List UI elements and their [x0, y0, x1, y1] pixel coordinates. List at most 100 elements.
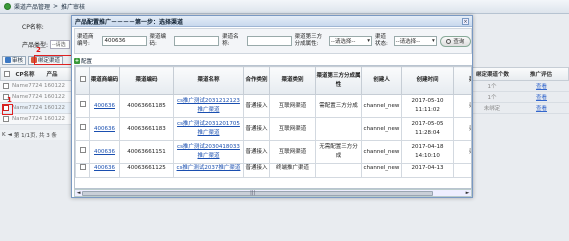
cp-name-row: CP名称:	[22, 22, 44, 31]
horizontal-scrollbar[interactable]: ◄ ||| ►	[74, 189, 472, 197]
header-creator: 创建人	[361, 66, 402, 95]
cell-attr	[315, 117, 362, 141]
right-table-row: 未绑定 查看	[470, 103, 569, 114]
cell-code: 40063661185	[119, 94, 174, 118]
channel-select-dialog: 产品配置推广－－－－第一步：选择渠道 × 渠道商编号: 400636 渠道编码:…	[71, 15, 473, 198]
audit-button[interactable]: 审核	[2, 55, 27, 65]
row-product: 160122	[43, 116, 65, 122]
row-checkbox[interactable]	[3, 83, 9, 89]
vendor-link[interactable]: 400636	[94, 165, 115, 171]
cell-creator: channel_new	[361, 117, 402, 141]
cell-code: 40063661183	[119, 117, 174, 141]
scroll-right-icon[interactable]: ►	[464, 190, 471, 196]
select-all-checkbox[interactable]	[4, 71, 10, 77]
cell-coop: 普通接入	[243, 117, 270, 141]
search-icon	[446, 38, 452, 44]
bound-count: 未绑定	[483, 106, 501, 112]
chevron-down-icon: ▾	[431, 38, 435, 44]
cell-type: 互联网渠道	[269, 94, 316, 118]
header-type: 渠道类别	[269, 66, 316, 95]
third-party-select[interactable]: --请选择-- ▾	[328, 36, 372, 46]
cell-created: 2017-04-18 14:10:10	[401, 140, 454, 164]
channel-name-input[interactable]	[246, 36, 292, 46]
header-evaluation: 推广评估	[530, 72, 553, 78]
table-row[interactable]: 400636 40063661183 cs推广测试2031201705推广渠道 …	[75, 117, 471, 141]
scroll-left-icon[interactable]: ◄	[75, 190, 82, 196]
cell-creator: channel_new	[361, 140, 402, 164]
channel-code-label: 渠道编码:	[149, 34, 167, 47]
vendor-link[interactable]: 400636	[94, 149, 115, 155]
row-checkbox[interactable]	[80, 124, 86, 130]
close-icon[interactable]: ×	[462, 18, 469, 25]
view-link[interactable]: 查看	[536, 84, 547, 90]
header-select	[75, 66, 90, 95]
scroll-thumb[interactable]	[82, 190, 434, 196]
row-checkbox[interactable]	[80, 164, 86, 170]
view-link[interactable]: 查看	[536, 106, 547, 112]
cell-extra: 渠道	[453, 117, 471, 141]
product-type-select[interactable]: --请选	[50, 40, 71, 49]
status-select[interactable]: --请选择-- ▾	[393, 36, 437, 46]
row-checkbox[interactable]	[3, 116, 9, 122]
scroll-track[interactable]: |||	[82, 190, 464, 196]
right-table-row: 1个 查看	[470, 92, 569, 103]
vendor-link[interactable]: 400636	[94, 103, 115, 109]
row-product: 160122	[43, 94, 65, 100]
channel-name-link[interactable]: cs推广测试2037推广渠道	[177, 165, 241, 171]
row-cp: Name7724	[12, 83, 43, 89]
cell-attr: 需配置三方分成	[315, 94, 362, 118]
cell-extra: 渠道	[453, 94, 471, 118]
cell-extra: 渠道	[453, 140, 471, 164]
breadcrumb-separator: >	[53, 3, 59, 10]
cell-created: 2017-05-05 11:28:04	[401, 117, 454, 141]
table-row[interactable]: 400636 40063661185 cs推广测试2031212123推广渠道 …	[75, 94, 471, 118]
breadcrumb-current: 推广审核	[61, 4, 86, 11]
table-row[interactable]: Name7724 160122	[0, 81, 76, 92]
audit-icon	[5, 57, 11, 63]
header-cp-name: CP名称	[15, 72, 35, 78]
header-name: 渠道名称	[173, 66, 244, 95]
home-icon	[4, 3, 11, 10]
channel-name-label: 渠道名称:	[222, 34, 239, 47]
search-button[interactable]: 查询	[439, 35, 472, 47]
channel-id-input[interactable]: 400636	[101, 36, 147, 46]
channel-name-link[interactable]: cs推广测试2031212123推广渠道	[177, 98, 240, 113]
table-row[interactable]: 400636 40063661151 cs推广测试2030418033推广渠道 …	[75, 140, 471, 164]
row-cp: Name7724	[12, 105, 43, 111]
cell-created: 2017-05-10 11:11:02	[401, 94, 454, 118]
cell-code: 40063661125	[119, 163, 174, 178]
cell-creator: channel_new	[361, 163, 402, 178]
channel-name-link[interactable]: cs推广测试2031201705推广渠道	[177, 121, 240, 136]
select-all-checkbox[interactable]	[79, 75, 86, 82]
header-extra: 渠道	[453, 66, 471, 95]
table-row[interactable]: Name7724 160122	[0, 114, 76, 125]
first-page-button[interactable]: K	[2, 132, 6, 138]
cp-name-label: CP名称:	[22, 24, 44, 31]
third-party-value: --请选择--	[330, 39, 356, 45]
row-checkbox[interactable]	[80, 147, 86, 153]
breadcrumb: 渠道产品管理 > 推广审核	[0, 0, 569, 14]
header-bound-count: 绑定渠道个数	[476, 72, 510, 78]
vendor-link[interactable]: 400636	[94, 126, 115, 132]
header-coop: 合作类别	[243, 66, 270, 95]
header-vendor: 渠道商编码	[89, 66, 120, 95]
step-marker-2: 2	[36, 46, 41, 54]
channel-grid: 渠道商编码 渠道编码 渠道名称 合作类别 渠道类别 渠道第三方分成属性 创建人 …	[74, 65, 472, 189]
channel-code-input[interactable]	[174, 36, 220, 46]
table-header-row: 渠道商编码 渠道编码 渠道名称 合作类别 渠道类别 渠道第三方分成属性 创建人 …	[75, 66, 471, 95]
row-checkbox[interactable]	[80, 101, 86, 107]
right-table: 绑定渠道个数 推广评估 1个 查看 1个 查看 未绑定 查看	[470, 67, 569, 114]
filter-bar: 渠道商编号: 400636 渠道编码: 渠道名称: 渠道第三方分成属性: --请…	[74, 28, 472, 54]
view-link[interactable]: 查看	[536, 95, 547, 101]
prev-page-button[interactable]: ◄	[8, 132, 12, 138]
header-attr: 渠道第三方分成属性	[315, 66, 362, 95]
table-row[interactable]: 400636 40063661125 cs推广测试2037推广渠道 普通接入 终…	[75, 163, 471, 178]
highlight-bind-button	[34, 55, 72, 65]
header-product: 产品	[46, 72, 58, 78]
config-button[interactable]: + 配置	[74, 56, 92, 65]
cell-attr: 无需配置三方分成	[315, 140, 362, 164]
channel-name-link[interactable]: cs推广测试2030418033推广渠道	[177, 144, 240, 159]
breadcrumb-root[interactable]: 渠道产品管理	[14, 2, 50, 11]
cell-coop: 普通接入	[243, 140, 270, 164]
status-label: 渠道状态:	[374, 34, 388, 47]
